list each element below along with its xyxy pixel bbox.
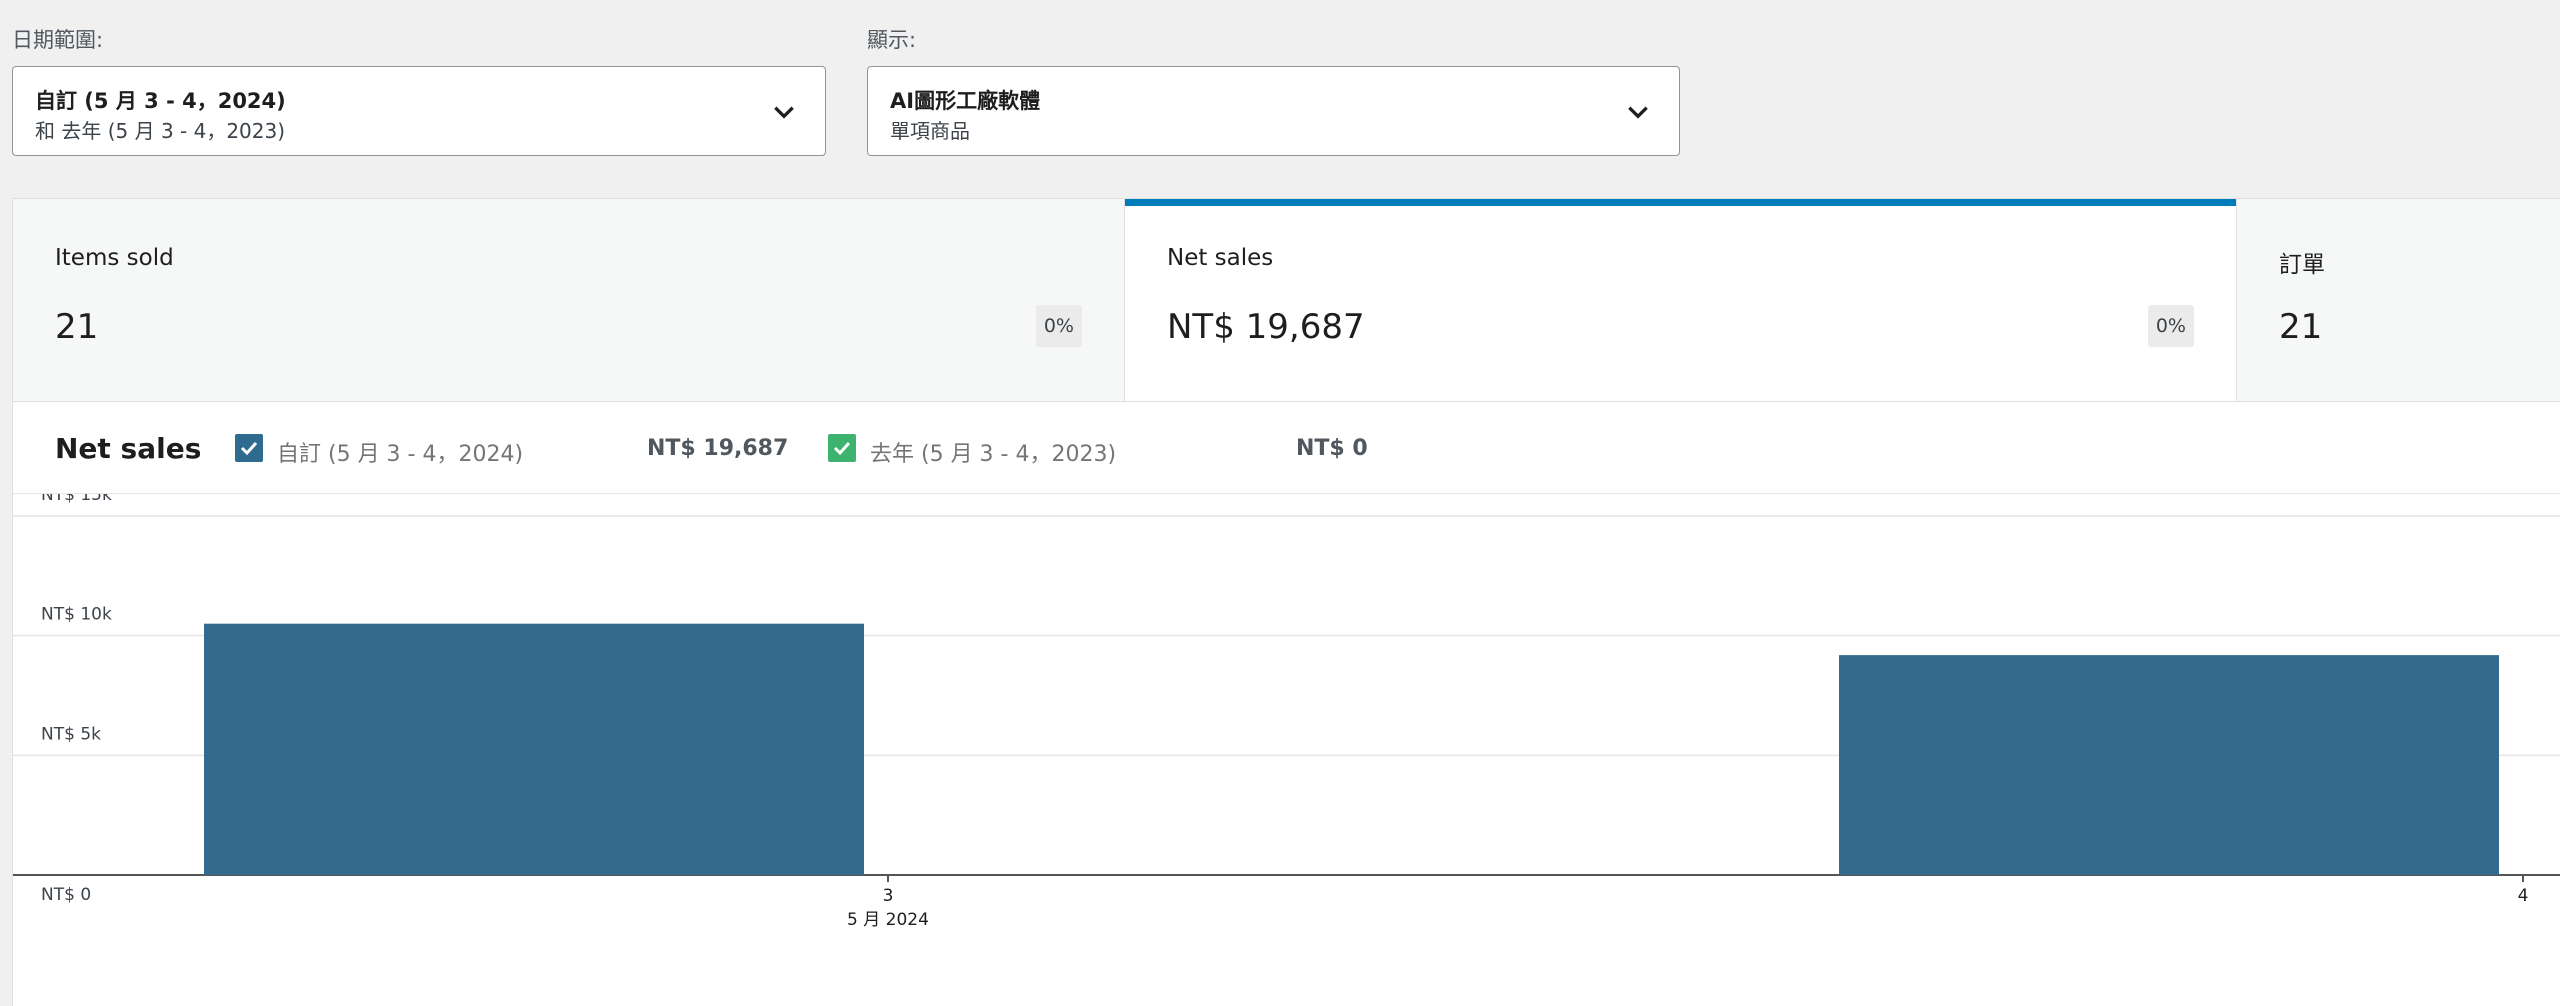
legend-label: 自訂 (5 月 3 - 4，2024) bbox=[277, 442, 524, 467]
bar bbox=[204, 623, 864, 875]
y-tick-label: NT$ 15k bbox=[41, 494, 112, 505]
x-tick-label: 4 bbox=[2518, 886, 2529, 906]
checkbox-checked-icon[interactable] bbox=[235, 434, 263, 462]
metric-value: 21 bbox=[2279, 307, 2323, 347]
chart-title: Net sales bbox=[55, 432, 202, 465]
y-tick-label: NT$ 0 bbox=[41, 885, 91, 905]
checkbox-checked-icon[interactable] bbox=[828, 434, 856, 462]
show-dropdown[interactable]: AI圖形工廠軟體 單項商品 bbox=[867, 66, 1680, 156]
metric-net-sales[interactable]: Net sales NT$ 19,687 0% bbox=[1125, 199, 2237, 401]
chevron-down-icon bbox=[1628, 106, 1648, 119]
metric-orders[interactable]: 訂單 21 bbox=[2237, 199, 2560, 401]
show-label: 顯示: bbox=[867, 28, 917, 52]
show-primary: AI圖形工廠軟體 bbox=[890, 89, 1041, 113]
metric-items-sold[interactable]: Items sold 21 0% bbox=[13, 199, 1125, 401]
date-range-label: 日期範圍: bbox=[12, 28, 104, 52]
metric-delta-badge: 0% bbox=[2147, 305, 2194, 347]
bar bbox=[1839, 655, 2499, 875]
y-tick-label: NT$ 10k bbox=[41, 605, 112, 625]
metric-value: NT$ 19,687 bbox=[1167, 307, 1365, 347]
metric-label: 訂單 bbox=[2279, 252, 2325, 278]
legend-label: 去年 (5 月 3 - 4，2023) bbox=[870, 442, 1117, 467]
show-secondary: 單項商品 bbox=[890, 119, 970, 143]
date-range-compare: 和 去年 (5 月 3 - 4，2023) bbox=[35, 119, 286, 143]
net-sales-chart: NT$ 0 NT$ 5k NT$ 10k NT$ 15k 3 5 月 2024 4 bbox=[13, 494, 2560, 930]
x-tick-sublabel: 5 月 2024 bbox=[847, 910, 929, 930]
metric-delta-badge: 0% bbox=[1035, 305, 1082, 347]
date-range-dropdown[interactable]: 自訂 (5 月 3 - 4，2024) 和 去年 (5 月 3 - 4，2023… bbox=[12, 66, 826, 156]
y-tick-label: NT$ 5k bbox=[41, 724, 101, 744]
chevron-down-icon bbox=[774, 106, 794, 119]
metric-label: Net sales bbox=[1167, 245, 1274, 271]
date-range-primary: 自訂 (5 月 3 - 4，2024) bbox=[35, 89, 286, 113]
x-tick-label: 3 bbox=[883, 886, 894, 906]
legend-total: NT$ 0 bbox=[1296, 436, 1368, 461]
chart-panel: Net sales 自訂 (5 月 3 - 4，2024) NT$ 19,687… bbox=[12, 402, 2560, 1006]
metric-label: Items sold bbox=[55, 245, 174, 271]
metric-value: 21 bbox=[55, 307, 99, 347]
summary-numbers: Items sold 21 0% Net sales NT$ 19,687 0%… bbox=[12, 198, 2560, 402]
legend-total: NT$ 19,687 bbox=[647, 436, 789, 461]
chart-header: Net sales 自訂 (5 月 3 - 4，2024) NT$ 19,687… bbox=[13, 402, 2560, 494]
